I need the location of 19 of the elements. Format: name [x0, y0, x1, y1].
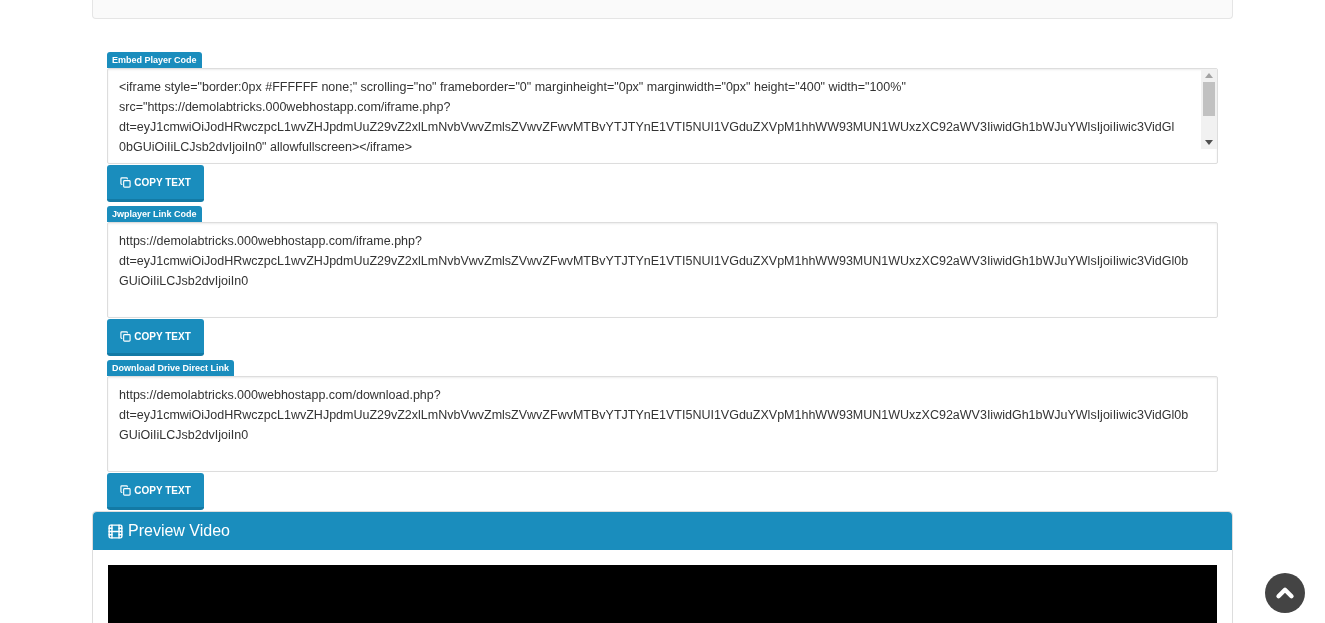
scroll-to-top-button[interactable] — [1265, 573, 1305, 613]
code-field[interactable]: https://demolabtricks.000webhostapp.com/download.php? dt=eyJ1cmwiOiJodHRwczpcL1wvZHJpdmUuZ29vZ2xlLmNvbVwvZmlsZVwvZFwvMTBvYTJTYnE1VTI5NUI1VGduZXVpM1hhWW93MUN1WUxzXC92aWV3IiwidGh1bWJuYWlsIjoiIiwic3VidGl0b GUiOiIiLCJsb2dvIjoiIn0 — [107, 376, 1218, 472]
panel-title: Preview Video — [128, 521, 230, 541]
copy-text-button[interactable]: COPY TEXT — [107, 165, 204, 202]
film-icon — [107, 522, 124, 540]
copy-icon — [120, 330, 132, 342]
field-label: Embed Player Code — [107, 52, 202, 68]
code-field[interactable]: <iframe style="border:0px #FFFFFF none;" scrolling="no" frameborder="0" marginheight="0px" marginwidth="0px" height="400" width="100%" src="https://demolabtricks.000webhostapp.com/iframe.php? dt=eyJ1cmwiOiJodHRwczpcL1wvZHJpdmUuZ29vZ2xlLmNvbVwvZmlsZVwvZFwvMTBvYTJTYnE1VTI5NUI1VGduZXVpM1hhWW93MUN1WUxzXC92aWV3IiwidGh1bWJuYWlsIjoiIiwic3VidGl 0bGUiOiIiLCJsb2dvIjoiIn0" allowfullscreen></iframe> — [107, 68, 1218, 164]
copy-text-button[interactable]: COPY TEXT — [107, 319, 204, 356]
code-field[interactable]: https://demolabtricks.000webhostapp.com/iframe.php? dt=eyJ1cmwiOiJodHRwczpcL1wvZHJpdmUuZ29vZ2xlLmNvbVwvZmlsZVwvZFwvMTBvYTJTYnE1VTI5NUI1VGduZXVpM1hhWW93MUN1WUxzXC92aWV3IiwidGh1bWJuYWlsIjoiIiwic3VidGl0b GUiOiIiLCJsb2dvIjoiIn0 — [107, 222, 1218, 318]
scroll-down-icon[interactable] — [1205, 140, 1213, 145]
copy-icon — [120, 484, 132, 496]
scrollbar[interactable] — [1201, 69, 1217, 149]
scroll-up-icon[interactable] — [1205, 73, 1213, 78]
copy-text-button[interactable]: COPY TEXT — [107, 473, 204, 510]
field-label: Jwplayer Link Code — [107, 206, 202, 222]
field-label: Download Drive Direct Link — [107, 360, 235, 376]
copy-icon — [120, 176, 132, 188]
scrollbar-thumb[interactable] — [1203, 82, 1215, 116]
